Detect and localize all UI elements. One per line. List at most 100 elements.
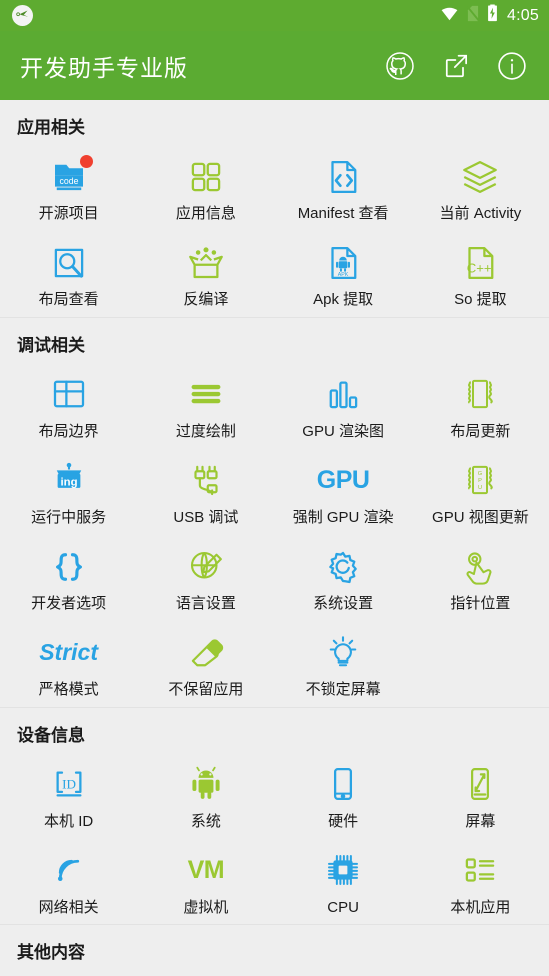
tile-网络相关[interactable]: 网络相关 xyxy=(0,838,137,924)
svg-text:U: U xyxy=(478,485,482,491)
tile-布局边界[interactable]: 布局边界 xyxy=(0,362,137,448)
tile-过度绘制[interactable]: 过度绘制 xyxy=(137,362,274,448)
screen-diagonal-icon xyxy=(414,761,547,808)
android-robot-icon xyxy=(139,761,272,808)
section: 其他内容 开源项目 标准尺寸 功能介绍 Android 中推 xyxy=(0,924,549,976)
github-icon[interactable] xyxy=(383,49,417,83)
tile-Apk 提取[interactable]: APK Apk 提取 xyxy=(275,230,412,316)
running-sign-icon: ing xyxy=(2,457,135,504)
tile-label: 布局查看 xyxy=(38,291,99,309)
tile-label: 本机 ID xyxy=(44,812,94,830)
layers-icon xyxy=(414,153,547,200)
apk-file-icon: APK xyxy=(277,239,410,286)
cpp-file-icon: C++ xyxy=(414,239,547,286)
svg-text:G: G xyxy=(478,471,482,477)
gear-icon xyxy=(277,543,410,590)
share-icon[interactable] xyxy=(439,49,473,83)
tile-指针位置[interactable]: 指针位置 xyxy=(412,534,549,620)
tile-label: Manifest 查看 xyxy=(297,205,389,222)
tile-反编译[interactable]: 反编译 xyxy=(137,230,274,316)
svg-text:ID: ID xyxy=(62,776,76,791)
tile-语言设置[interactable]: 语言设置 xyxy=(137,534,274,620)
app-bar-actions xyxy=(383,49,535,83)
tile-布局更新[interactable]: 布局更新 xyxy=(412,362,549,448)
status-bar-clock: 4:05 xyxy=(507,6,539,24)
svg-text:ing: ing xyxy=(60,477,77,489)
tile-label: GPU 视图更新 xyxy=(432,508,529,526)
tile-CPU[interactable]: CPU xyxy=(275,838,412,924)
pointer-hand-icon xyxy=(414,543,547,590)
tile-应用信息[interactable]: 应用信息 xyxy=(137,144,274,230)
tile-grid: 布局边界 过度绘制 GPU 渲染图 布局更新 ing 运行中服务 USB 调试 GP… xyxy=(0,362,549,707)
section: 应用相关 code 开源项目 应用信息 Manifest 查看 当前 Activ… xyxy=(0,100,549,317)
section: 调试相关 布局边界 过度绘制 GPU 渲染图 布局更新 ing 运行中服务 USB … xyxy=(0,316,549,707)
tile-label: 布局边界 xyxy=(38,422,99,440)
app-notification-icon xyxy=(12,5,33,26)
tile-label: GPU 渲染图 xyxy=(302,422,384,440)
notification-badge-dot xyxy=(79,155,93,168)
tile-label: 当前 Activity xyxy=(439,205,522,222)
tile-grid: ID 本机 ID 系统 硬件 屏幕 网络相关 VM 虚拟机 CPU 本机应用 xyxy=(0,752,549,925)
info-icon[interactable] xyxy=(495,49,529,83)
tile-label: So 提取 xyxy=(454,291,507,309)
tile-虚拟机[interactable]: VM 虚拟机 xyxy=(137,838,274,924)
tile-系统[interactable]: 系统 xyxy=(137,752,274,838)
tile-label: Apk 提取 xyxy=(313,291,374,309)
app-list-icon xyxy=(414,847,547,894)
tile-布局查看[interactable]: 布局查看 xyxy=(0,230,137,316)
tile-严格模式[interactable]: Strict 严格模式 xyxy=(0,620,137,706)
tile-label: 虚拟机 xyxy=(183,898,229,916)
battery-charging-icon xyxy=(487,4,498,27)
gpu-text-icon: GPU xyxy=(316,465,370,494)
svg-text:P: P xyxy=(478,478,482,484)
tile-标准尺寸[interactable]: 标准尺寸 xyxy=(137,969,274,976)
tile-label: 运行中服务 xyxy=(31,508,107,526)
tile-GPU 渲染图[interactable]: GPU 渲染图 xyxy=(275,362,412,448)
tile-本机 ID[interactable]: ID 本机 ID xyxy=(0,752,137,838)
tile-label: USB 调试 xyxy=(173,508,239,526)
section: 设备信息 ID 本机 ID 系统 硬件 屏幕 网络相关 VM 虚拟机 CPU 本… xyxy=(0,706,549,925)
tile-grid-scroll-area[interactable]: 应用相关 code 开源项目 应用信息 Manifest 查看 当前 Activ… xyxy=(0,100,549,976)
tile-开发者选项[interactable]: 开发者选项 xyxy=(0,534,137,620)
vm-text-icon: VM xyxy=(187,855,225,884)
status-bar: 4:05 xyxy=(0,0,549,31)
eraser-icon xyxy=(139,629,272,676)
tile-本机应用[interactable]: 本机应用 xyxy=(412,838,549,924)
overdraw-lines-icon xyxy=(139,371,272,418)
tile-不保留应用[interactable]: 不保留应用 xyxy=(137,620,274,706)
tile-强制 GPU 渲染[interactable]: GPU 强制 GPU 渲染 xyxy=(275,448,412,534)
tile-硬件[interactable]: 硬件 xyxy=(275,752,412,838)
four-squares-icon xyxy=(139,153,272,200)
tile-Manifest 查看[interactable]: Manifest 查看 xyxy=(275,144,412,230)
tile-label: 指针位置 xyxy=(450,595,511,612)
tile-label: 不保留应用 xyxy=(168,681,244,699)
app-title: 开发助手专业版 xyxy=(20,54,188,81)
tile-label: 强制 GPU 渲染 xyxy=(292,508,394,526)
section-header: 应用相关 xyxy=(0,100,549,144)
tile-当前 Activity[interactable]: 当前 Activity xyxy=(412,144,549,230)
tile-label: 系统设置 xyxy=(313,595,374,612)
tile-USB 调试[interactable]: USB 调试 xyxy=(137,448,274,534)
tile-label: 反编译 xyxy=(183,291,229,309)
gpu-view-update-icon: G P U xyxy=(414,457,547,504)
tile-label: 硬件 xyxy=(328,812,359,830)
tile-不锁定屏幕[interactable]: 不锁定屏幕 xyxy=(275,620,412,706)
layout-bounds-icon xyxy=(2,371,135,418)
tile-开源项目[interactable]: 开源项目 xyxy=(0,969,137,976)
globe-pencil-icon xyxy=(139,543,272,590)
tile-开源项目[interactable]: code 开源项目 xyxy=(0,144,137,230)
tile-So 提取[interactable]: C++ So 提取 xyxy=(412,230,549,316)
tile-屏幕[interactable]: 屏幕 xyxy=(412,752,549,838)
tile-label: 网络相关 xyxy=(38,898,99,916)
tile-label: 屏幕 xyxy=(465,812,496,830)
tile-功能介绍[interactable]: 功能介绍 xyxy=(275,969,412,976)
section-header: 设备信息 xyxy=(0,706,549,752)
status-bar-left xyxy=(12,5,440,26)
tile-系统设置[interactable]: 系统设置 xyxy=(275,534,412,620)
tile-GPU 视图更新[interactable]: G P U GPU 视图更新 xyxy=(412,448,549,534)
tile-运行中服务[interactable]: ing 运行中服务 xyxy=(0,448,137,534)
tile-Android 中推[interactable]: Android 中推 xyxy=(412,969,549,976)
open-box-icon xyxy=(139,239,272,286)
tile-label: 布局更新 xyxy=(450,422,511,440)
phone-icon xyxy=(277,761,410,808)
